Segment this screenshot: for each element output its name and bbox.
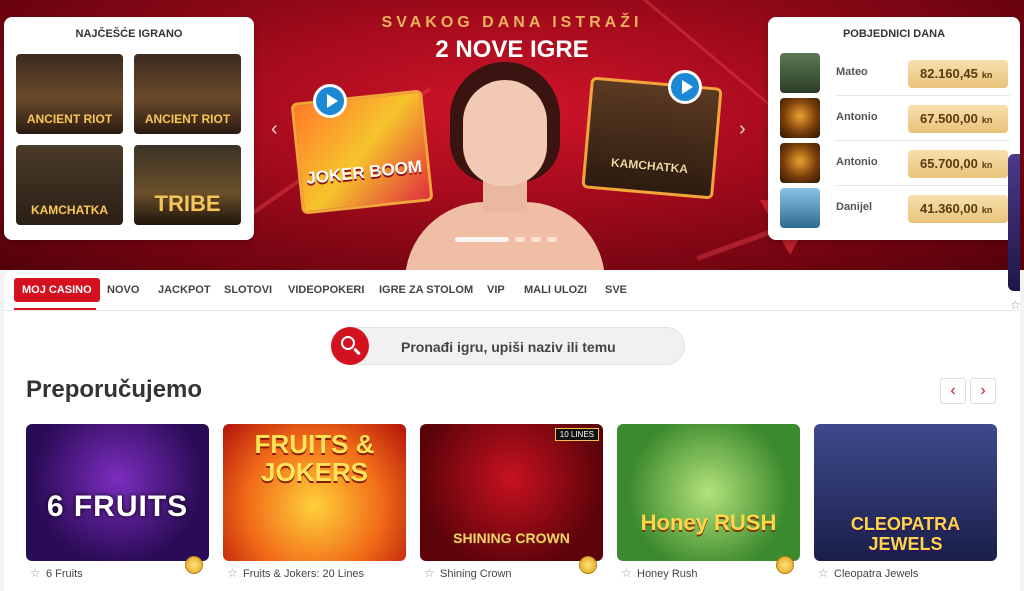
chevron-right-icon[interactable]: › [739, 118, 746, 141]
winner-game-thumb [780, 143, 820, 183]
tab-mali-ulozi[interactable]: MALI ULOZI [524, 278, 587, 302]
daily-winners-panel: POBJEDNICI DANA Mateo 82.160,45 kn Antoni… [768, 17, 1020, 240]
winner-row[interactable]: Antonio 65.700,00 kn [780, 143, 1010, 186]
winner-game-thumb [780, 188, 820, 228]
winner-currency: kn [981, 205, 993, 215]
game-thumbnail[interactable]: 6 FRUITS [26, 424, 209, 561]
game-name: Fruits & Jokers: 20 Lines [243, 568, 365, 580]
winner-game-thumb [780, 53, 820, 93]
winner-amount: 67.500,00 [920, 111, 978, 126]
star-icon[interactable]: ☆ [30, 566, 41, 580]
lines-badge: 10 LINES [554, 428, 599, 441]
winner-row[interactable]: Antonio 67.500,00 kn [780, 98, 1010, 141]
game-card[interactable]: 6 FRUITS ☆ 6 Fruits [26, 424, 209, 584]
carousel-dot[interactable] [515, 237, 525, 243]
winner-amount-badge: 41.360,00 kn [908, 195, 1008, 223]
game-card[interactable]: Honey RUSH ☆ Honey Rush [617, 424, 800, 584]
winner-currency: kn [981, 115, 993, 125]
carousel-dot[interactable] [547, 237, 557, 243]
tab-slotovi[interactable]: SLOTOVI [224, 278, 272, 302]
tab-sve[interactable]: SVE [605, 278, 627, 302]
main-content: MOJ CASINO NOVO JACKPOT SLOTOVI VIDEOPOK… [4, 270, 1020, 591]
tab-videopokeri[interactable]: VIDEOPOKERI [288, 278, 364, 302]
play-icon[interactable] [313, 84, 347, 118]
game-logo: Honey RUSH [640, 510, 777, 535]
winner-name: Antonio [836, 156, 878, 168]
tab-novo[interactable]: NOVO [107, 278, 139, 302]
tile-label: TRIBE [154, 191, 221, 216]
recommended-title: Preporučujemo [26, 376, 203, 403]
search-input[interactable]: Pronađi igru, upiši naziv ili temu [401, 339, 616, 355]
game-logo: CLEOPATRA JEWELS [850, 514, 961, 554]
game-card[interactable]: CLEOPATRA JEWELS ☆ Cleopatra Jewels [814, 424, 997, 584]
most-played-title: NAJČEŠĆE IGRANO [75, 28, 183, 40]
game-name: Shining Crown [440, 568, 512, 580]
most-played-tile[interactable]: TRIBE [134, 145, 241, 225]
game-card-partial[interactable] [1008, 154, 1020, 291]
coin-icon [185, 556, 203, 574]
star-icon[interactable]: ☆ [1010, 298, 1021, 312]
chevron-right-icon[interactable]: › [970, 378, 996, 404]
game-logo: 6 FRUITS [46, 490, 189, 523]
game-logo: FRUITS & JOKERS [254, 429, 375, 487]
winner-amount-badge: 65.700,00 kn [908, 150, 1008, 178]
tile-label: KAMCHATKA [30, 203, 109, 217]
winner-amount: 65.700,00 [920, 156, 978, 171]
tabs-divider [4, 310, 1020, 311]
carousel-dots [455, 231, 563, 249]
winner-currency: kn [981, 160, 993, 170]
coin-icon [776, 556, 794, 574]
daily-winners-title: POBJEDNICI DANA [842, 28, 946, 40]
star-icon[interactable]: ☆ [621, 566, 632, 580]
tab-igre-za-stolom[interactable]: IGRE ZA STOLOM [379, 278, 473, 302]
game-name: Cleopatra Jewels [834, 568, 919, 580]
star-icon[interactable]: ☆ [424, 566, 435, 580]
game-card[interactable]: FRUITS & JOKERS ☆ Fruits & Jokers: 20 Li… [223, 424, 406, 584]
winner-amount: 82.160,45 [920, 66, 978, 81]
most-played-panel: NAJČEŠĆE IGRANO ANCIENT RIOT ANCIENT RIO… [4, 17, 254, 240]
tab-jackpot[interactable]: JACKPOT [158, 278, 211, 302]
tab-moj-casino[interactable]: MOJ CASINO [14, 278, 100, 302]
search-icon[interactable] [331, 327, 369, 365]
most-played-tile[interactable]: ANCIENT RIOT [134, 54, 241, 134]
carousel-dot-active[interactable] [455, 237, 509, 243]
tab-vip[interactable]: VIP [487, 278, 505, 302]
winner-amount-badge: 82.160,45 kn [908, 60, 1008, 88]
winner-row[interactable]: Danijel 41.360,00 kn [780, 188, 1010, 228]
winner-game-thumb [780, 98, 820, 138]
game-thumbnail[interactable]: CLEOPATRA JEWELS [814, 424, 997, 561]
game-thumbnail[interactable]: FRUITS & JOKERS [223, 424, 406, 561]
chevron-left-icon[interactable]: ‹ [271, 118, 278, 141]
star-icon[interactable]: ☆ [818, 566, 829, 580]
winner-name: Antonio [836, 111, 878, 123]
most-played-tile[interactable]: KAMCHATKA [16, 145, 123, 225]
carousel-dot[interactable] [531, 237, 541, 243]
winner-amount: 41.360,00 [920, 201, 978, 216]
promo-game-title: KAMCHATKA [610, 155, 689, 177]
game-logo: SHINING CROWN [453, 530, 570, 546]
game-thumbnail[interactable]: 10 LINES SHINING CROWN [420, 424, 603, 561]
chevron-left-icon[interactable]: ‹ [940, 378, 966, 404]
winner-row[interactable]: Mateo 82.160,45 kn [780, 53, 1010, 96]
game-thumbnail[interactable]: Honey RUSH [617, 424, 800, 561]
winner-currency: kn [981, 70, 993, 80]
tile-label: ANCIENT RIOT [144, 112, 231, 126]
winner-name: Mateo [836, 66, 868, 78]
game-card[interactable]: 10 LINES SHINING CROWN ☆ Shining Crown [420, 424, 603, 584]
play-icon[interactable] [668, 70, 702, 104]
most-played-tile[interactable]: ANCIENT RIOT [16, 54, 123, 134]
game-name: Honey Rush [637, 568, 698, 580]
coin-icon [579, 556, 597, 574]
star-icon[interactable]: ☆ [227, 566, 238, 580]
game-search-bar[interactable]: Pronađi igru, upiši naziv ili temu [331, 327, 685, 365]
winner-name: Danijel [836, 201, 873, 213]
winner-amount-badge: 67.500,00 kn [908, 105, 1008, 133]
tile-label: ANCIENT RIOT [26, 112, 113, 126]
game-name: 6 Fruits [46, 568, 83, 580]
